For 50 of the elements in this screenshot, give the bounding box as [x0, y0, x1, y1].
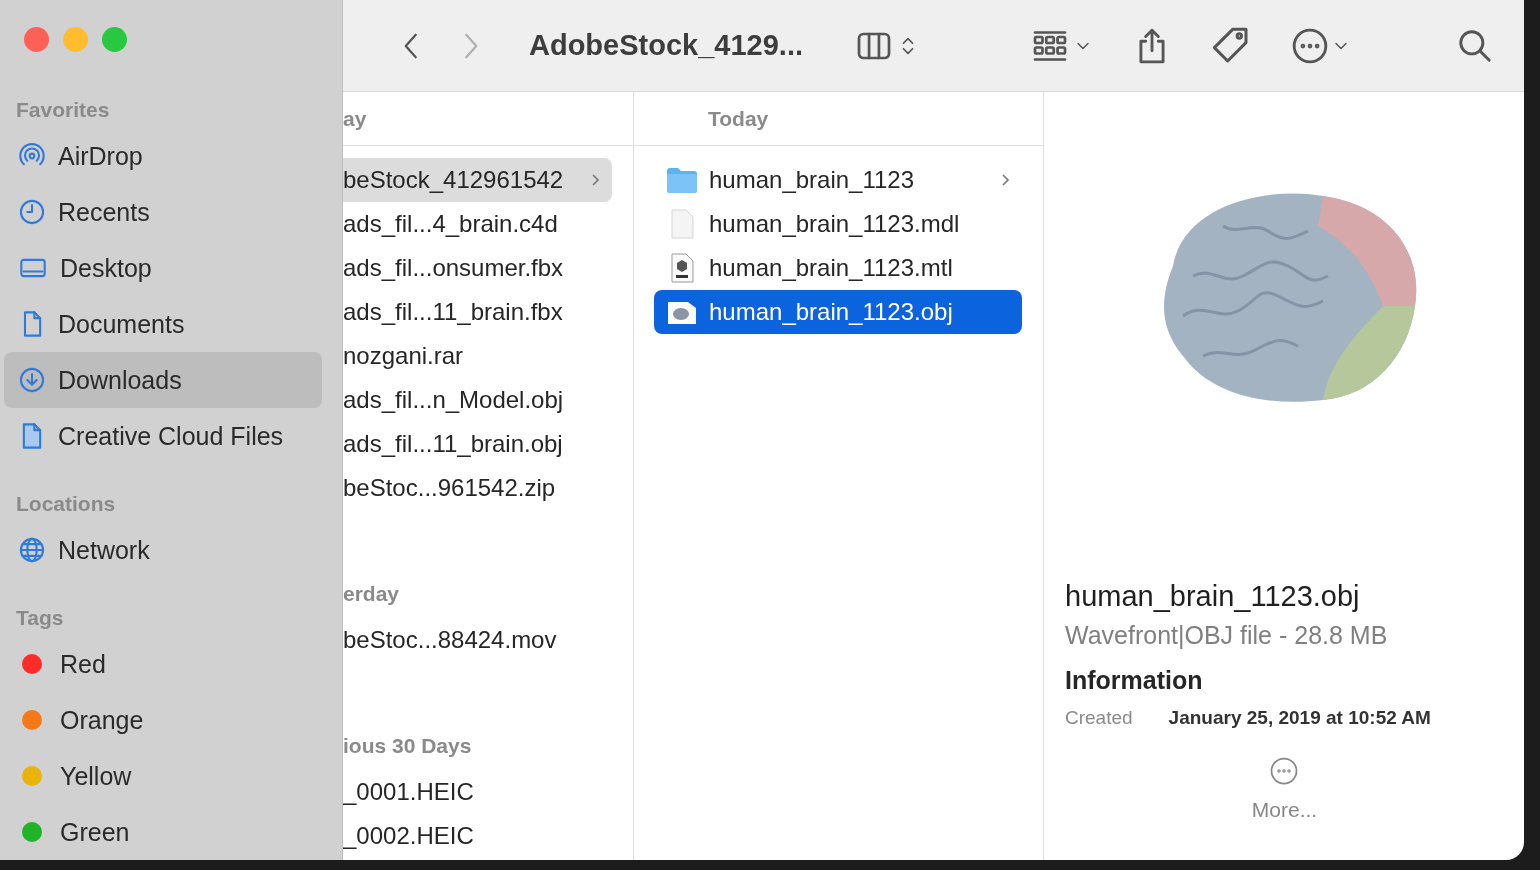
file-row[interactable]: human_brain_1123	[654, 158, 1022, 202]
field-label: Created	[1065, 707, 1133, 729]
group-header: ious 30 Days	[343, 733, 473, 759]
group-header: erday	[343, 581, 401, 607]
more-button[interactable]: More...	[1245, 755, 1324, 823]
file-row[interactable]: beStoc...88424.mov	[343, 618, 612, 662]
file-row[interactable]: _0001.HEIC	[343, 770, 612, 814]
file-row[interactable]: beStoc...961542.zip	[343, 466, 612, 510]
file-row[interactable]: _0002.HEIC	[343, 814, 612, 858]
ellipsis-circle-icon	[1269, 756, 1300, 786]
group-header: ay	[343, 92, 633, 146]
file-row[interactable]: ads_fil...4_brain.c4d	[343, 202, 612, 246]
file-kind-size: Wavefront|OBJ file - 28.8 MB	[1065, 621, 1389, 650]
file-row[interactable]: ads_fil...11_brain.obj	[343, 422, 612, 466]
sidebar-item[interactable]: Red	[4, 636, 322, 692]
sidebar-item[interactable]: Recents	[4, 184, 322, 240]
section-heading: Information	[1065, 666, 1204, 695]
globe-icon	[18, 536, 46, 564]
file-row[interactable]: ads_fil...11_brain.fbx	[343, 290, 612, 334]
sidebar-item[interactable]: Creative Cloud Files	[4, 408, 322, 464]
file-row[interactable]: ads_fil...n_Model.obj	[343, 378, 612, 422]
field-value: January 25, 2019 at 10:52 AM	[1168, 707, 1431, 729]
tag-button[interactable]	[1211, 25, 1251, 66]
sidebar-heading: Locations	[15, 491, 117, 517]
file-row[interactable]: nozgani.rar	[343, 334, 612, 378]
download-icon	[18, 366, 46, 394]
sidebar-heading: Tags	[15, 605, 65, 631]
file-row[interactable]: ads_fil...onsumer.fbx	[343, 246, 612, 290]
sidebar-heading: Favorites	[15, 97, 111, 123]
group-header: Today	[634, 92, 1043, 146]
sidebar-item[interactable]: Network	[4, 522, 322, 578]
sidebar-item[interactable]: AirDrop	[4, 128, 322, 184]
file-row[interactable]: human_brain_1123.obj	[654, 290, 1022, 334]
ellipsis-circle-icon	[1291, 26, 1329, 65]
file-row[interactable]: beStock_412961542	[343, 158, 612, 202]
folder-icon	[666, 167, 698, 193]
sidebar-item[interactable]: Downloads	[4, 352, 322, 408]
file-row[interactable]: human_brain_1123.mdl	[654, 202, 1022, 246]
sidebar-item[interactable]: Green	[4, 804, 322, 860]
sidebar-item[interactable]: Orange	[4, 692, 322, 748]
tag-icon	[1211, 25, 1251, 66]
brain-document-icon	[666, 299, 698, 325]
chevron-right-icon	[1001, 173, 1010, 187]
sidebar-item[interactable]: Documents	[4, 296, 322, 352]
window-title: AdobeStock_4129...	[529, 29, 803, 62]
sidebar-item[interactable]: Desktop	[4, 240, 322, 296]
file-row[interactable]: human_brain_1123.mtl	[654, 246, 1022, 290]
clock-icon	[18, 198, 46, 226]
file-name: human_brain_1123.obj	[1065, 580, 1361, 613]
sidebar-item[interactable]: Yellow	[4, 748, 322, 804]
